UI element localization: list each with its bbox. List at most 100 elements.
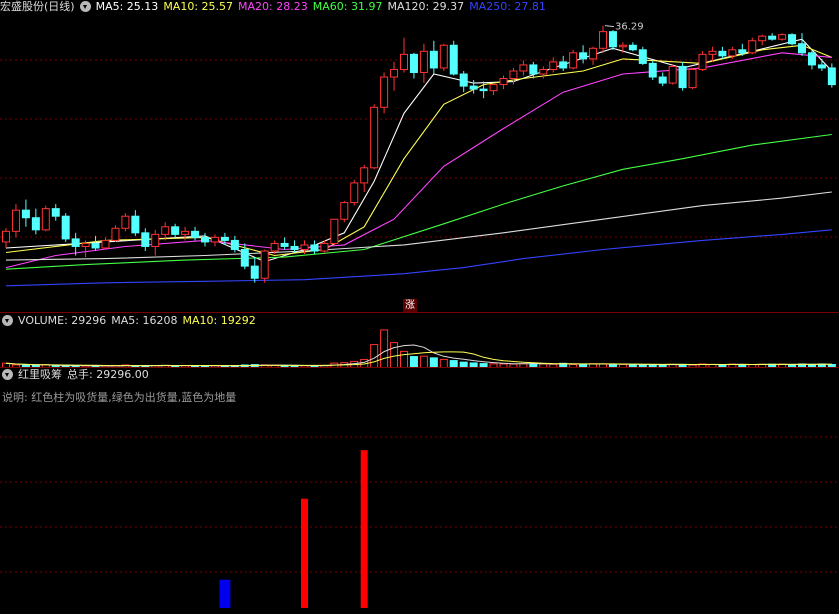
candle	[499, 75, 508, 90]
candle	[409, 52, 418, 79]
candle	[599, 25, 607, 53]
candle	[688, 67, 697, 90]
candle	[340, 201, 349, 223]
ma-legend-item: MA10: 25.57	[163, 0, 234, 13]
candle	[91, 235, 100, 251]
ma-legend: MA5: 25.13 MA10: 25.57 MA20: 28.23 MA60: 31…	[96, 0, 551, 13]
volume-bar	[380, 329, 389, 368]
candle	[330, 218, 339, 245]
candle	[51, 204, 60, 221]
indicator-menu-icon[interactable]	[79, 1, 91, 12]
candle	[201, 232, 209, 247]
candle	[698, 51, 707, 71]
candle	[579, 45, 588, 64]
candle	[748, 37, 757, 55]
candle	[141, 228, 150, 251]
candle	[260, 249, 269, 283]
volume-ma-line	[5, 351, 832, 367]
ma-legend-item: MA20: 28.23	[238, 0, 308, 13]
volume-panel: VOLUME: 29296 MA5: 16208 MA10: 19292	[0, 314, 839, 368]
candle	[439, 43, 448, 71]
candle	[11, 204, 20, 238]
candle	[807, 49, 816, 70]
candle	[648, 60, 657, 81]
candle	[290, 240, 299, 253]
ma-legend-item: MA60: 31.97	[312, 0, 383, 13]
candle	[798, 33, 806, 56]
ma-line-ma60	[5, 133, 832, 270]
candle	[569, 49, 578, 70]
main-panel-header: 宏盛股份(日线) MA5: 25.13 MA10: 25.57 MA20: 28.23…	[0, 0, 556, 14]
indicator-panel-header: 红里吸筹 总手: 29296.00	[0, 368, 154, 382]
candle	[171, 223, 180, 238]
candle	[449, 40, 458, 76]
candle	[350, 179, 359, 206]
volume-bar	[400, 350, 408, 368]
indicator-bar	[301, 498, 308, 608]
candle	[718, 46, 727, 59]
candle	[310, 240, 319, 255]
price-chart[interactable]: 36.29	[0, 15, 839, 310]
candle	[827, 63, 836, 88]
candle	[101, 237, 110, 250]
candle	[459, 70, 468, 93]
indicator-panel-menu-icon[interactable]	[2, 369, 13, 380]
ma-line-ma20	[5, 52, 832, 269]
candle	[658, 72, 667, 87]
candle	[419, 43, 428, 84]
indicator-total: 总手: 29296.00	[67, 368, 149, 381]
candle	[788, 33, 797, 46]
candle	[608, 30, 617, 50]
stock-title: 宏盛股份(日线)	[0, 0, 75, 13]
candle	[31, 208, 40, 235]
candle	[21, 199, 30, 227]
candle	[370, 104, 379, 170]
indicator-bar	[360, 450, 368, 608]
candle	[111, 225, 120, 242]
candle	[41, 205, 50, 232]
volume-panel-header: VOLUME: 29296 MA5: 16208 MA10: 19292	[0, 314, 266, 328]
candle	[61, 213, 70, 242]
volume-legend-item: MA10: 19292	[182, 314, 256, 327]
candle	[589, 46, 598, 65]
candle	[131, 210, 140, 236]
candle	[429, 40, 438, 74]
candle	[678, 61, 687, 91]
indicator-bar	[219, 579, 231, 608]
candle	[280, 237, 289, 250]
rise-marker: 涨	[403, 299, 417, 313]
indicator-title: 红里吸筹	[18, 368, 62, 381]
main-panel: 宏盛股份(日线) MA5: 25.13 MA10: 25.57 MA20: 28.23…	[0, 0, 839, 313]
ma-line-ma5	[5, 38, 833, 263]
candle	[360, 164, 369, 192]
candle	[2, 228, 10, 248]
candle	[210, 234, 219, 247]
peak-price-label: 36.29	[615, 22, 644, 33]
candle	[400, 37, 408, 73]
volume-legend: VOLUME: 29296 MA5: 16208 MA10: 19292	[18, 314, 261, 327]
candle	[121, 213, 130, 232]
ma-legend-item: MA120: 29.37	[387, 0, 465, 13]
candle	[390, 61, 399, 91]
volume-legend-item: VOLUME: 29296	[18, 314, 107, 327]
ma-line-ma10	[5, 44, 833, 257]
candle	[668, 64, 677, 85]
volume-menu-icon[interactable]	[2, 315, 13, 326]
candle	[638, 46, 647, 65]
candle	[778, 33, 787, 41]
volume-chart[interactable]	[0, 328, 839, 368]
volume-ma-line	[5, 344, 832, 367]
candle	[758, 34, 767, 46]
candle	[380, 72, 389, 114]
candle	[559, 55, 568, 71]
candle	[628, 42, 637, 52]
candle	[817, 58, 826, 71]
ma-legend-item: MA5: 25.13	[95, 0, 159, 13]
candle	[489, 83, 498, 96]
ma-line-ma120	[5, 191, 832, 261]
candle	[768, 33, 777, 41]
indicator-chart[interactable]	[0, 384, 839, 614]
candle	[519, 60, 528, 76]
volume-legend-item: MA5: 16208	[111, 314, 178, 327]
candle	[191, 226, 200, 241]
